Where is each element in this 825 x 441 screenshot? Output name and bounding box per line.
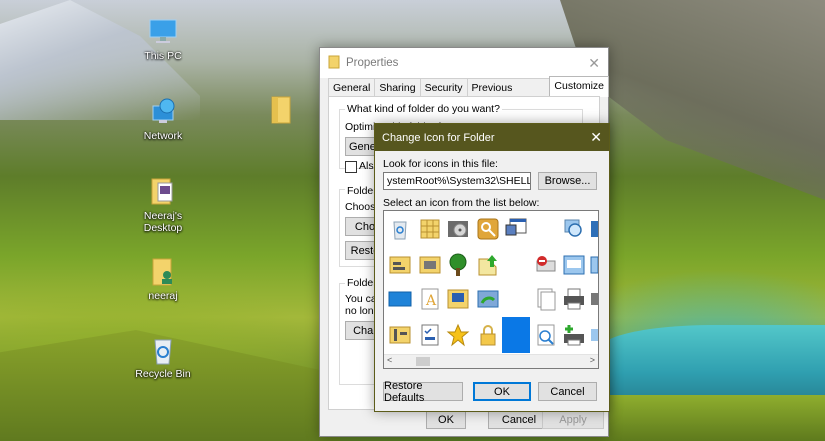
icon-list[interactable]: A < > <box>383 210 599 369</box>
lake <box>600 325 825 405</box>
cancel-button[interactable]: Cancel <box>488 410 550 429</box>
folder-icon <box>328 55 340 72</box>
horizontal-scrollbar[interactable]: < > <box>384 354 598 368</box>
star-icon[interactable] <box>446 323 470 347</box>
tab-sharing[interactable]: Sharing <box>374 78 421 97</box>
partial-icon-2[interactable] <box>590 253 598 277</box>
control-panel-icon[interactable] <box>562 253 586 277</box>
printer-folder-icon[interactable] <box>418 253 442 277</box>
tab-customize[interactable]: Customize <box>549 76 609 97</box>
desktop-icon-recycle-bin[interactable]: Recycle Bin <box>128 334 198 380</box>
user-folder-icon <box>147 256 179 288</box>
change-icon-titlebar[interactable]: Change Icon for Folder ✕ <box>375 124 609 151</box>
printer-icon[interactable] <box>562 287 586 311</box>
desktop-icon-label-line2: Desktop <box>143 222 183 234</box>
ok-button[interactable]: OK <box>473 382 531 401</box>
desktop-icon-label: neeraj <box>148 290 178 302</box>
scrollbar-thumb[interactable] <box>416 357 430 366</box>
partial-icon[interactable] <box>590 217 598 241</box>
icon-file-input[interactable]: ystemRoot%\System32\SHELL32.dll <box>383 172 531 190</box>
partial-icon-3[interactable] <box>590 287 598 311</box>
tab-security[interactable]: Security <box>419 78 468 97</box>
folder-up-arrow-icon[interactable] <box>476 253 500 277</box>
grid-icon[interactable] <box>418 217 442 241</box>
close-icon[interactable]: ✕ <box>590 129 602 146</box>
selected-icon[interactable] <box>502 317 530 353</box>
recycle-bin-icon <box>147 334 179 366</box>
window-title: Properties <box>346 57 399 69</box>
cancel-button[interactable]: Cancel <box>538 382 597 401</box>
settings-folder-icon[interactable] <box>388 253 412 277</box>
documents-icon[interactable] <box>534 287 558 311</box>
select-icon-label: Select an icon from the list below: <box>383 197 540 209</box>
look-for-label: Look for icons in this file: <box>383 158 498 170</box>
font-icon[interactable]: A <box>418 287 442 311</box>
add-printer-icon[interactable] <box>562 323 586 347</box>
tab-general[interactable]: General <box>328 78 376 97</box>
desktop-folder-icon[interactable] <box>270 95 294 125</box>
restore-defaults-button[interactable]: Restore Defaults <box>383 380 463 404</box>
desktop-icon-neeraj[interactable]: neeraj <box>128 256 198 302</box>
svg-text:A: A <box>425 293 437 309</box>
change-icon-dialog[interactable]: Change Icon for Folder ✕ Look for icons … <box>374 123 610 412</box>
blocked-drive-icon[interactable] <box>534 253 558 277</box>
disc-drive-icon[interactable] <box>446 217 470 241</box>
change-text-1: You ca <box>345 293 377 305</box>
tree-icon[interactable] <box>446 253 470 277</box>
monitor-icon <box>147 16 179 48</box>
desktop-icon-label: Network <box>143 130 183 142</box>
network-globe-icon <box>147 96 179 128</box>
desktop-icon-neeraj-desktop[interactable]: Neeraj's Desktop <box>128 176 198 234</box>
properties-titlebar[interactable]: Properties ✕ <box>320 48 608 78</box>
desktop-icon-label: This PC <box>144 50 182 62</box>
tab-strip: General Sharing Security Previous Versio… <box>328 76 609 108</box>
group-label-folder-type: What kind of folder do you want? <box>345 103 502 115</box>
recycle-bin-full-icon[interactable] <box>388 217 412 241</box>
folder-doc-icon <box>147 176 179 208</box>
scroll-right-icon[interactable]: > <box>590 355 595 365</box>
dialog-title: Change Icon for Folder <box>382 131 495 144</box>
ok-button[interactable]: OK <box>426 410 466 429</box>
desktop-icon-this-pc[interactable]: This PC <box>128 16 198 62</box>
computer-folder-icon[interactable] <box>446 287 470 311</box>
desktop-icon-network[interactable]: Network <box>128 96 198 142</box>
apply-button[interactable]: Apply <box>542 410 604 429</box>
grass-bank <box>590 395 825 441</box>
key-icon[interactable] <box>476 217 500 241</box>
computer-window-icon[interactable] <box>504 217 528 241</box>
folder-tools-icon[interactable] <box>388 323 412 347</box>
browse-button[interactable]: Browse... <box>538 172 597 190</box>
close-icon[interactable]: ✕ <box>588 55 600 72</box>
sync-icon[interactable] <box>476 287 500 311</box>
desktop-icon-label-line1: Neeraj's <box>143 210 183 222</box>
blue-window-icon[interactable] <box>388 287 412 311</box>
network-search-icon[interactable] <box>562 217 586 241</box>
scroll-left-icon[interactable]: < <box>387 355 392 365</box>
partial-icon-4[interactable] <box>590 323 598 347</box>
also-apply-checkbox[interactable] <box>345 161 357 173</box>
lock-icon[interactable] <box>476 323 500 347</box>
search-document-icon[interactable] <box>534 323 558 347</box>
checklist-icon[interactable] <box>418 323 442 347</box>
desktop-icon-label: Recycle Bin <box>135 368 191 380</box>
tab-previous-versions[interactable]: Previous Versions <box>466 78 551 108</box>
